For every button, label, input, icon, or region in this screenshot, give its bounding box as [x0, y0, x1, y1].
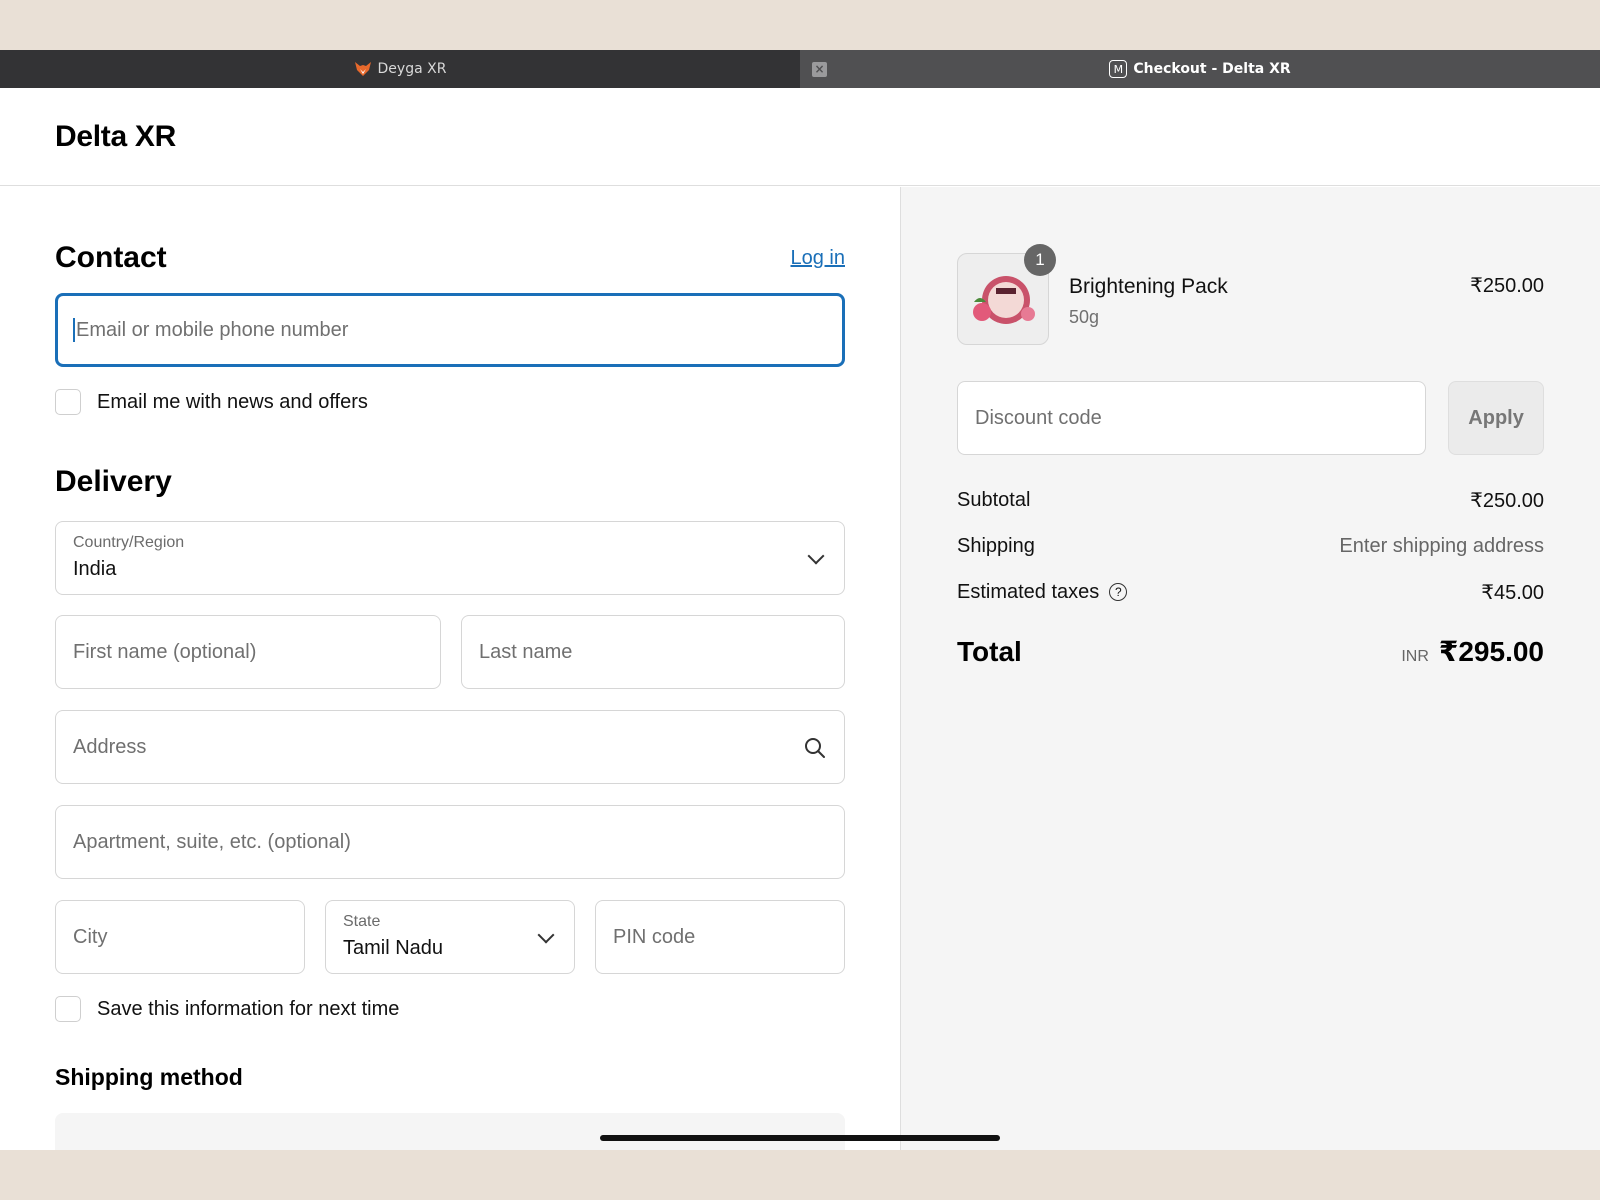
newsletter-row: Email me with news and offers — [55, 389, 845, 415]
subtotal-label: Subtotal — [957, 488, 1031, 511]
product-jar-icon — [973, 276, 1035, 324]
total-value-group: INR ₹295.00 — [1401, 635, 1544, 668]
fox-icon — [354, 60, 372, 78]
email-placeholder: Email or mobile phone number — [76, 318, 349, 341]
shipping-row: Shipping Enter shipping address — [957, 523, 1544, 569]
discount-row: Discount code Apply — [957, 381, 1544, 455]
browser-tab-bar: Deyga XR × M Checkout - Delta XR — [0, 50, 1600, 88]
discount-placeholder: Discount code — [975, 406, 1102, 429]
city-state-pin-row: City State Tamil Nadu PIN code — [55, 900, 845, 974]
checkout-form: Contact Log in Email or mobile phone num… — [0, 187, 900, 1150]
address-placeholder: Address — [73, 735, 147, 758]
state-select[interactable]: State Tamil Nadu — [325, 900, 575, 974]
subtotal-row: Subtotal ₹250.00 — [957, 477, 1544, 523]
store-logo-text[interactable]: Delta XR — [55, 120, 176, 154]
state-value: Tamil Nadu — [343, 937, 444, 959]
search-icon[interactable] — [804, 737, 826, 765]
cost-breakdown: Subtotal ₹250.00 Shipping Enter shipping… — [957, 477, 1544, 668]
total-amount: ₹295.00 — [1438, 636, 1544, 667]
apartment-field[interactable]: Apartment, suite, etc. (optional) — [55, 805, 845, 879]
tab-checkout[interactable]: × M Checkout - Delta XR — [800, 50, 1600, 88]
product-info: Brightening Pack 50g — [1069, 253, 1228, 345]
shipping-method-title: Shipping method — [55, 1064, 243, 1090]
store-header: Delta XR — [0, 88, 1600, 186]
newsletter-label: Email me with news and offers — [97, 390, 368, 413]
pin-code-field[interactable]: PIN code — [595, 900, 845, 974]
home-indicator[interactable] — [600, 1135, 1000, 1141]
shipping-label: Shipping — [957, 534, 1035, 557]
product-price: ₹250.00 — [1470, 275, 1544, 297]
contact-title: Contact — [55, 241, 167, 274]
total-row: Total INR ₹295.00 — [957, 635, 1544, 668]
checkout-page: Delta XR Contact Log in Email or mobile … — [0, 88, 1600, 1150]
currency-code: INR — [1401, 648, 1429, 665]
contact-header: Contact Log in — [55, 241, 845, 275]
country-label: Country/Region — [73, 534, 185, 551]
address-field[interactable]: Address — [55, 710, 845, 784]
login-link[interactable]: Log in — [791, 247, 846, 270]
city-field[interactable]: City — [55, 900, 305, 974]
chevron-down-icon — [807, 547, 825, 565]
tab-label: Deyga XR — [377, 61, 447, 77]
taxes-label: Estimated taxes — [957, 580, 1100, 603]
chevron-down-icon — [537, 926, 555, 944]
country-select[interactable]: Country/Region India — [55, 521, 845, 595]
cart-item: 1 Brightening Pack 50g ₹250.00 — [957, 244, 1544, 345]
country-value: India — [73, 558, 117, 580]
subtotal-value: ₹250.00 — [1470, 489, 1544, 512]
apply-button[interactable]: Apply — [1448, 381, 1544, 455]
product-variant: 50g — [1069, 307, 1100, 327]
close-icon[interactable]: × — [812, 62, 827, 77]
taxes-value: ₹45.00 — [1481, 581, 1544, 604]
name-row: First name (optional) Last name — [55, 615, 845, 689]
tab-label: Checkout - Delta XR — [1133, 61, 1291, 77]
first-name-field[interactable]: First name (optional) — [55, 615, 441, 689]
text-caret — [73, 318, 75, 342]
delivery-header: Delivery — [55, 465, 845, 499]
total-label: Total — [957, 635, 1022, 667]
city-placeholder: City — [73, 925, 108, 948]
apartment-placeholder: Apartment, suite, etc. (optional) — [73, 830, 351, 853]
pin-placeholder: PIN code — [613, 925, 696, 948]
quantity-badge: 1 — [1024, 244, 1056, 276]
tab-deyga[interactable]: Deyga XR — [0, 50, 800, 88]
save-info-checkbox[interactable] — [55, 996, 81, 1022]
last-name-placeholder: Last name — [479, 640, 573, 663]
save-info-label: Save this information for next time — [97, 997, 400, 1020]
shipping-value: Enter shipping address — [1339, 534, 1544, 557]
taxes-label-group: Estimated taxes? — [957, 580, 1128, 604]
order-summary: 1 Brightening Pack 50g ₹250.00 Discount … — [900, 187, 1600, 1150]
taxes-row: Estimated taxes? ₹45.00 — [957, 569, 1544, 615]
newsletter-checkbox[interactable] — [55, 389, 81, 415]
product-image: 1 — [957, 244, 1056, 345]
last-name-field[interactable]: Last name — [461, 615, 845, 689]
first-name-placeholder: First name (optional) — [73, 640, 257, 663]
email-field[interactable]: Email or mobile phone number — [55, 293, 845, 367]
m-favicon-icon: M — [1109, 60, 1128, 78]
delivery-title: Delivery — [55, 465, 172, 498]
save-info-row: Save this information for next time — [55, 996, 845, 1022]
discount-code-field[interactable]: Discount code — [957, 381, 1427, 455]
shipping-method-box — [55, 1113, 845, 1150]
state-label: State — [343, 913, 381, 930]
help-icon[interactable]: ? — [1109, 583, 1128, 602]
product-name: Brightening Pack — [1069, 275, 1228, 298]
